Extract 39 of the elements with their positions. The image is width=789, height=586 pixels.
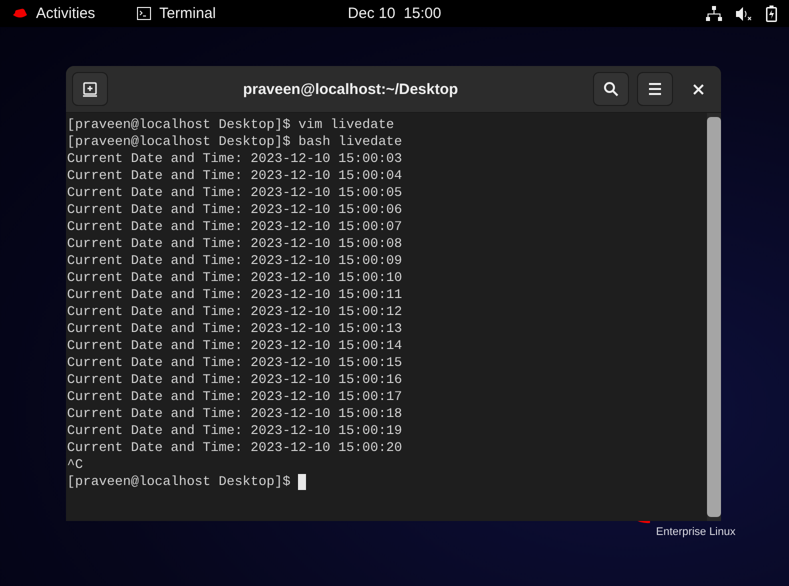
window-title: praveen@localhost:~/Desktop (242, 80, 460, 98)
brand-subtitle: Enterprise Linux (656, 526, 736, 538)
search-button[interactable] (593, 72, 629, 106)
terminal-line: Current Date and Time: 2023-12-10 15:00:06 (67, 201, 404, 218)
speaker-muted-icon[interactable] (736, 6, 752, 20)
terminal-line: [praveen@localhost Desktop]$ bash livedate (67, 133, 404, 150)
terminal-line: Current Date and Time: 2023-12-10 15:00:10 (67, 269, 404, 286)
search-icon (603, 81, 619, 97)
menu-icon (648, 83, 662, 95)
terminal-line: Current Date and Time: 2023-12-10 15:00:16 (67, 371, 404, 388)
terminal-line: ^C (67, 456, 84, 473)
terminal-line: Current Date and Time: 2023-12-10 15:00:19 (67, 422, 404, 439)
terminal-line: Current Date and Time: 2023-12-10 15:00:17 (67, 388, 404, 405)
terminal-line: Current Date and Time: 2023-12-10 15:00:03 (67, 150, 404, 167)
terminal-line: Current Date and Time: 2023-12-10 15:00:13 (67, 320, 404, 337)
terminal-line: Current Date and Time: 2023-12-10 15:00:18 (67, 405, 404, 422)
terminal-prompt: [praveen@localhost Desktop]$ (67, 473, 292, 490)
text-cursor (298, 474, 306, 490)
network-icon[interactable] (706, 6, 722, 21)
terminal-line: Current Date and Time: 2023-12-10 15:00:08 (67, 235, 404, 252)
terminal-line: Current Date and Time: 2023-12-10 15:00:20 (67, 439, 404, 456)
terminal-line: Current Date and Time: 2023-12-10 15:00:14 (67, 337, 404, 354)
app-menu[interactable]: Terminal (159, 5, 216, 22)
new-tab-button[interactable] (72, 72, 108, 106)
menu-button[interactable] (637, 72, 673, 106)
terminal-line: Current Date and Time: 2023-12-10 15:00:12 (67, 303, 404, 320)
terminal-line: Current Date and Time: 2023-12-10 15:00:05 (67, 184, 404, 201)
terminal-line: Current Date and Time: 2023-12-10 15:00:07 (67, 218, 404, 235)
terminal-icon (137, 7, 152, 20)
close-icon (692, 84, 704, 94)
terminal-line: Current Date and Time: 2023-12-10 15:00:04 (67, 167, 404, 184)
terminal-line: Current Date and Time: 2023-12-10 15:00:11 (67, 286, 404, 303)
terminal-line: Current Date and Time: 2023-12-10 15:00:09 (67, 252, 404, 269)
activities-button[interactable]: Activities (36, 5, 96, 22)
terminal-line: Current Date and Time: 2023-12-10 15:00:15 (67, 354, 404, 371)
new-tab-icon (82, 82, 98, 96)
battery-icon[interactable] (766, 5, 777, 22)
clock[interactable]: Dec 10 15:00 (348, 5, 442, 22)
terminal-line: [praveen@localhost Desktop]$ vim livedate (67, 116, 396, 133)
